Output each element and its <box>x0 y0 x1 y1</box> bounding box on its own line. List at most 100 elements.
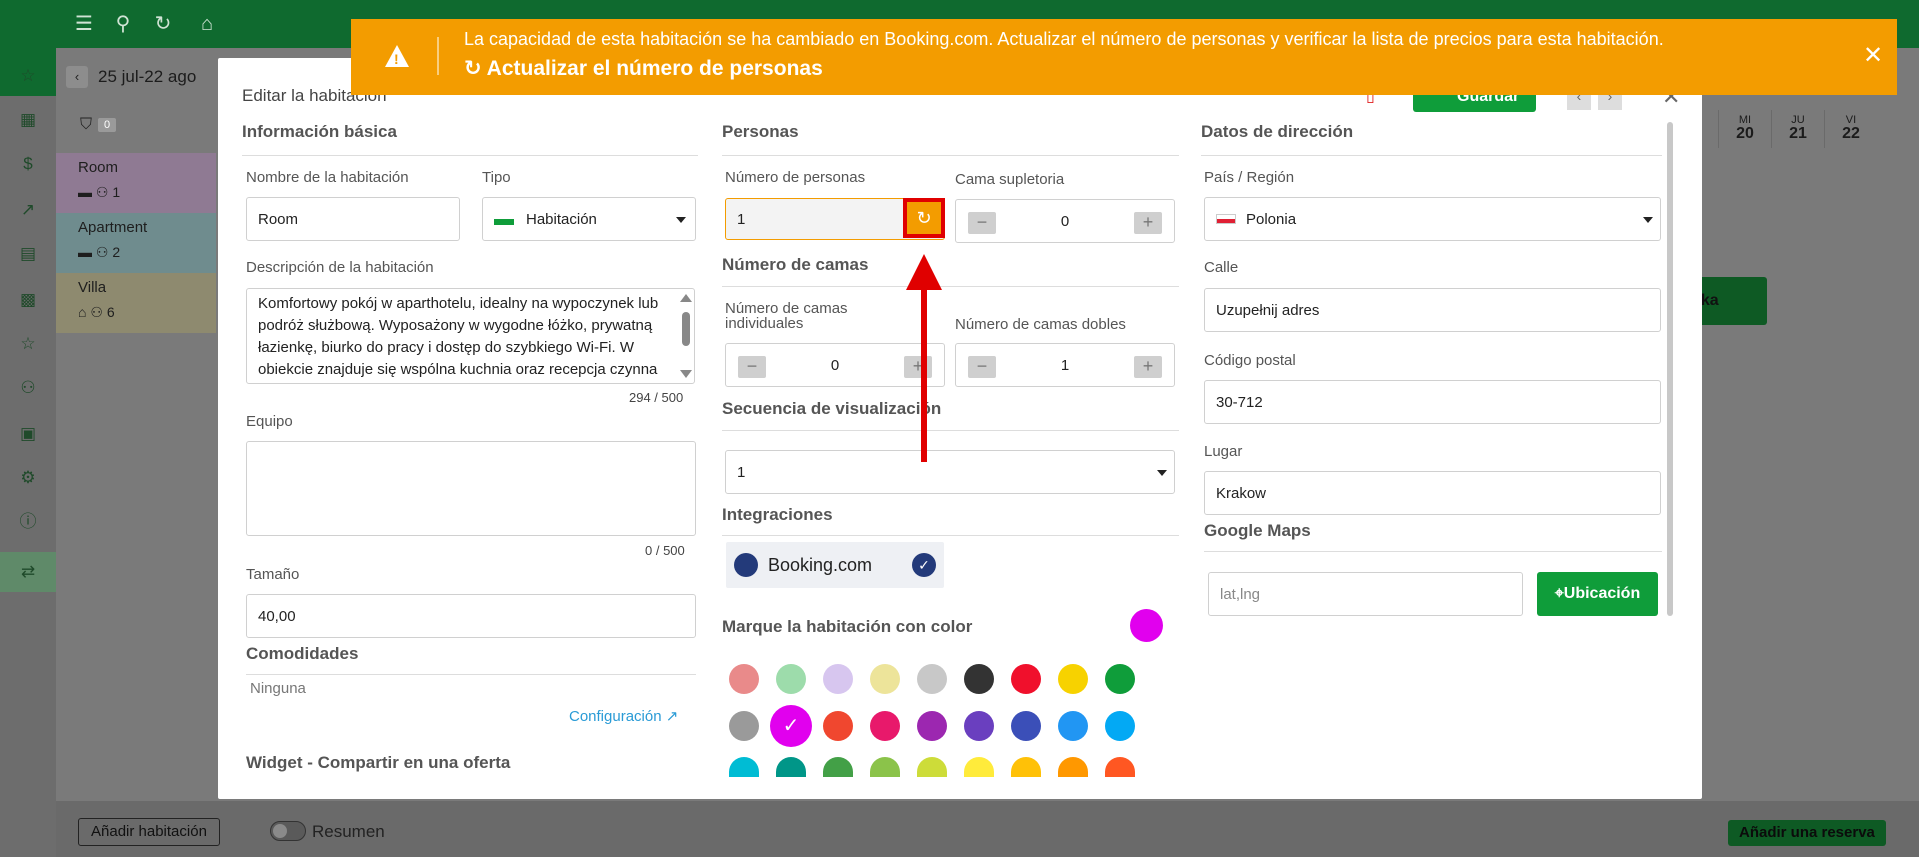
place-input[interactable]: Krakow <box>1204 471 1661 515</box>
color-swatch[interactable] <box>776 664 806 694</box>
divider <box>722 286 1179 287</box>
color-swatch[interactable] <box>1011 711 1041 741</box>
briefcase-icon[interactable]: ▣ <box>16 422 40 446</box>
color-swatch[interactable] <box>1105 664 1135 694</box>
star-icon[interactable]: ☆ <box>16 64 40 88</box>
basic-info-title: Información básica <box>242 122 397 141</box>
bed-icon: ▬ <box>78 184 92 200</box>
gear-icon[interactable]: ⚙ <box>16 466 40 490</box>
single-beds-stepper: 0 − + <box>725 343 945 387</box>
bed-icon: ▬ <box>494 207 514 230</box>
map-pin-icon: ⌖ <box>1554 585 1564 602</box>
divider <box>242 155 698 156</box>
update-persons-link[interactable]: ↻ Actualizar el número de personas <box>464 56 823 81</box>
user-plus-icon[interactable]: ⚇ <box>16 376 40 400</box>
size-label: Tamaño <box>246 566 300 583</box>
day-header: VI 22 <box>1824 110 1877 148</box>
color-swatch[interactable] <box>823 711 853 741</box>
color-swatch[interactable] <box>917 664 947 694</box>
search-icon[interactable]: ⚲ <box>111 12 135 36</box>
date-navigation: ‹ 25 jul-22 ago <box>66 64 196 90</box>
info-icon[interactable]: ⓘ <box>16 510 40 534</box>
color-swatch[interactable] <box>870 711 900 741</box>
close-banner-icon[interactable]: ✕ <box>1863 41 1883 70</box>
sidebar: ☆ ▦ $ ↗ ▤ ▩ ☆ ⚇ ▣ ⚙ ⓘ ⇄ <box>0 48 56 857</box>
beds-title: Número de camas <box>722 255 869 274</box>
double-beds-stepper: 1 − + <box>955 343 1175 387</box>
house-icon: ⌂ <box>78 304 87 320</box>
color-swatch[interactable] <box>964 664 994 694</box>
extra-bed-stepper: 0 − + <box>955 199 1175 243</box>
day-header: JU 21 <box>1771 110 1824 148</box>
star-outline-icon[interactable]: ☆ <box>16 332 40 356</box>
sofa-icon: ▬ <box>78 244 92 260</box>
color-swatch[interactable] <box>1105 711 1135 741</box>
sequence-select[interactable]: 1 <box>725 450 1175 494</box>
color-swatch[interactable] <box>1058 711 1088 741</box>
increment-button[interactable]: + <box>1134 212 1162 234</box>
refresh-icon[interactable]: ↻ <box>151 12 175 36</box>
increment-button[interactable]: + <box>1134 356 1162 378</box>
scroll-up-icon[interactable] <box>680 294 692 302</box>
equipment-textarea[interactable] <box>246 441 696 536</box>
color-swatch[interactable] <box>729 664 759 694</box>
calendar-icon[interactable]: ▦ <box>16 108 40 132</box>
sync-icon[interactable]: ⇄ <box>0 552 56 592</box>
increment-button[interactable]: + <box>904 356 932 378</box>
prev-date-button[interactable]: ‹ <box>66 66 88 88</box>
latlng-input[interactable]: lat,lng <box>1208 572 1523 616</box>
room-name: Apartment <box>78 219 148 236</box>
double-beds-label: Número de camas dobles <box>955 316 1126 333</box>
room-capacity: ▬ ⚇ 1 <box>78 184 121 200</box>
street-input[interactable]: Uzupełnij adres <box>1204 288 1661 332</box>
size-input[interactable]: 40,00 <box>246 594 696 638</box>
dollar-icon[interactable]: $ <box>16 152 40 176</box>
color-swatch[interactable] <box>823 664 853 694</box>
color-swatch[interactable] <box>1011 664 1041 694</box>
chart-icon[interactable]: ↗ <box>16 198 40 222</box>
color-swatch[interactable] <box>729 711 759 741</box>
decrement-button[interactable]: − <box>968 356 996 378</box>
summary-toggle[interactable] <box>270 821 306 841</box>
add-reservation-button[interactable]: Añadir una reserva <box>1728 820 1886 846</box>
day-header: MI 20 <box>1718 110 1771 148</box>
menu-icon[interactable]: ☰ <box>72 12 96 36</box>
widget-title: Widget - Compartir en una oferta <box>246 753 511 772</box>
description-textarea[interactable]: Komfortowy pokój w aparthotelu, idealny … <box>246 288 695 384</box>
configuration-link[interactable]: Configuración ↗ <box>569 707 678 725</box>
color-swatch[interactable] <box>917 711 947 741</box>
invoice-icon[interactable]: ▤ <box>16 242 40 266</box>
calendar-room-row[interactable]: Apartment ▬ ⚇ 2 <box>56 213 216 273</box>
home-icon[interactable]: ⌂ <box>195 12 219 36</box>
color-swatch[interactable] <box>964 711 994 741</box>
refresh-icon: ↻ <box>916 208 932 228</box>
color-swatch[interactable]: ✓ <box>770 705 812 747</box>
date-range: 25 jul-22 ago <box>98 67 197 86</box>
room-name-input[interactable]: Room <box>246 197 460 241</box>
annotation-arrow-head <box>906 254 942 290</box>
type-select[interactable]: ▬ Habitación <box>482 197 696 241</box>
extra-bed-label: Cama supletoria <box>955 171 1065 188</box>
modal-scrollbar[interactable] <box>1667 122 1673 616</box>
update-persons-button[interactable]: ↻ <box>903 198 945 238</box>
selected-color-preview[interactable] <box>1130 609 1163 642</box>
color-swatch[interactable] <box>1058 664 1088 694</box>
booking-logo-icon <box>734 553 758 577</box>
calendar-room-row[interactable]: Room ▬ ⚇ 1 <box>56 153 216 213</box>
amenities-title: Comodidades <box>246 644 359 663</box>
postal-code-input[interactable]: 30-712 <box>1204 380 1661 424</box>
country-select[interactable]: Polonia <box>1204 197 1661 241</box>
booking-integration-chip[interactable]: Booking.com ✓ <box>726 542 944 588</box>
grid-icon[interactable]: ▩ <box>16 288 40 312</box>
decrement-button[interactable]: − <box>968 212 996 234</box>
filter-button[interactable]: ⛉ 0 <box>80 116 117 134</box>
description-scrollbar[interactable] <box>682 312 690 346</box>
decrement-button[interactable]: − <box>738 356 766 378</box>
room-capacity: ⌂ ⚇ 6 <box>78 304 115 320</box>
color-swatch[interactable] <box>870 664 900 694</box>
add-room-button[interactable]: Añadir habitación <box>78 818 220 846</box>
calendar-room-row[interactable]: Villa ⌂ ⚇ 6 <box>56 273 216 333</box>
postal-code-label: Código postal <box>1204 352 1296 369</box>
location-button[interactable]: ⌖Ubicación <box>1537 572 1658 616</box>
scroll-down-icon[interactable] <box>680 370 692 378</box>
